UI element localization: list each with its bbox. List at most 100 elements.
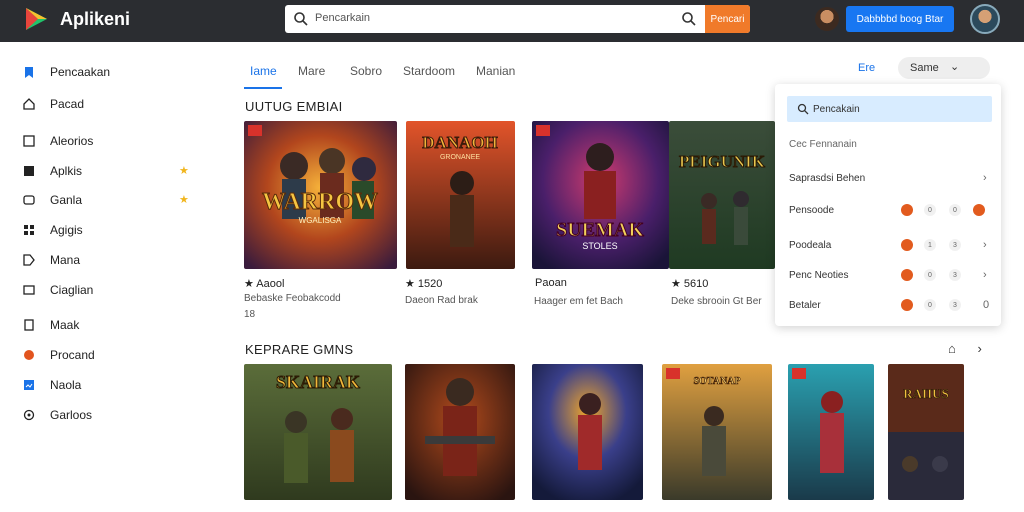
hot-badge (248, 125, 262, 136)
tab-manian[interactable]: Manian (476, 64, 515, 78)
card-1-rating: ★ Aaool (244, 278, 285, 290)
sidebar-item-label: Pacad (50, 97, 85, 111)
card-2-subtitle: Daeon Rad brak (405, 295, 478, 306)
card-title: WARROW (262, 189, 378, 215)
sidebar-item-label: Ciaglian (50, 283, 94, 297)
svg-text:WGALISGA: WGALISGA (299, 216, 342, 225)
card-icon (23, 285, 35, 295)
dropdown-item[interactable]: Saprasdsi Behen › (789, 169, 989, 187)
sidebar-item-garloos[interactable]: Garloos (22, 405, 192, 425)
game-card-4[interactable]: PEIGUNIK (669, 121, 775, 269)
sidebar: Pencaakan Pacad Aleorios Aplkis ★ Ganla ★ Agigi… (0, 42, 200, 512)
dropdown-search-input[interactable]: Pencakain (787, 96, 992, 122)
active-tab-indicator (244, 87, 282, 89)
gamepad-icon (23, 195, 35, 205)
apps-icon (24, 166, 34, 176)
card-4-subtitle: Deke sbrooin Gt Ber (671, 296, 762, 307)
app-title: Aplikeni (60, 9, 131, 29)
chevron-right-icon[interactable]: › (977, 341, 981, 356)
sidebar-item-naola[interactable]: Naola (22, 375, 192, 395)
sidebar-item-ganla[interactable]: Ganla ★ (22, 190, 192, 210)
sort-dropdown[interactable]: Same ⌄ (898, 57, 990, 79)
profile-avatar[interactable] (970, 4, 1000, 34)
sidebar-item-pencaakan[interactable]: Pencaakan (22, 62, 192, 82)
svg-text:STOLES: STOLES (582, 241, 617, 251)
dropdown-item[interactable]: Penc Neoties 0 3 › (789, 266, 989, 284)
grid-small-icon (24, 225, 34, 235)
card-3-subtitle: Haager em fet Bach (534, 296, 623, 307)
sidebar-item-label: Mana (50, 253, 81, 267)
gear-icon (23, 409, 35, 421)
sidebar-item-label: Procand (50, 348, 95, 362)
filter-dropdown: Pencakain Cec Fennanain Saprasdsi Behen ›… (775, 84, 1001, 326)
sort-value: Same (910, 62, 939, 74)
svg-text:SKAIRAK: SKAIRAK (276, 372, 360, 392)
top-bar: Aplikeni Pencarkain Pencari Dabbbbd boog… (0, 0, 1024, 42)
sidebar-item-agigis[interactable]: Agigis (22, 220, 192, 240)
sidebar-item-procand[interactable]: Procand (22, 345, 192, 365)
search-input[interactable]: Pencarkain (315, 12, 370, 24)
chart-icon (24, 380, 34, 390)
sidebar-item-pacad[interactable]: Pacad (22, 94, 192, 114)
home-icon (23, 98, 35, 110)
bookmark-icon (25, 67, 33, 78)
tab-mare[interactable]: Mare (298, 64, 325, 78)
dropdown-item[interactable]: Cec Fennanain (789, 135, 989, 153)
game-card-8[interactable]: SOTANAP (662, 364, 772, 500)
bookmark-icon[interactable]: ⌂ (948, 341, 956, 356)
chevron-right-icon: › (983, 239, 987, 251)
game-card-9[interactable] (788, 364, 874, 500)
svg-text:SUEMAK: SUEMAK (556, 219, 644, 241)
card-4-rating: ★ 5610 (671, 278, 709, 290)
game-card-7[interactable] (532, 364, 643, 500)
svg-text:PEIGUNIK: PEIGUNIK (679, 152, 766, 171)
search-bar[interactable]: Pencarkain Pencari (285, 5, 750, 33)
book-icon (24, 319, 34, 331)
search-icon (294, 12, 308, 26)
grid-icon (23, 135, 35, 147)
game-card-10[interactable]: RAIIUS (888, 364, 964, 500)
tab-stardoom[interactable]: Stardoom (403, 64, 455, 78)
section-title-featured: UUTUG EMBIAI (245, 99, 343, 114)
svg-text:DANAOH: DANAOH (422, 133, 498, 152)
hot-badge (792, 368, 806, 379)
tab-sobro[interactable]: Sobro (350, 64, 382, 78)
dropdown-item[interactable]: Poodeala 1 3 › (789, 236, 989, 254)
game-card-6[interactable] (405, 364, 515, 500)
sidebar-item-label: Aleorios (50, 134, 94, 148)
game-card-5[interactable]: SKAIRAK (244, 364, 392, 500)
sidebar-item-label: Garloos (50, 408, 93, 422)
svg-text:RAIIUS: RAIIUS (903, 386, 949, 401)
card-3-title: Paoan (535, 277, 567, 289)
tab-iame[interactable]: Iame (250, 64, 277, 78)
svg-text:GRONANEE: GRONANEE (440, 154, 480, 161)
sidebar-item-ciaglian[interactable]: Ciaglian (22, 280, 192, 300)
tab-ere[interactable]: Ere (858, 62, 875, 74)
search-button[interactable]: Pencari (705, 5, 750, 33)
hot-badge (536, 125, 550, 136)
search-icon (797, 103, 809, 115)
sidebar-item-mana[interactable]: Mana (22, 250, 192, 270)
dropdown-item[interactable]: Pensoode 00 (789, 201, 989, 219)
tag-icon (23, 254, 35, 266)
header-cta-button[interactable]: Dabbbbd boog Btar (846, 6, 954, 32)
app-logo-icon[interactable] (22, 5, 50, 33)
search-submit-icon[interactable] (681, 11, 697, 27)
card-1-subtitle: Bebaske Feobakcodd (244, 293, 341, 304)
sidebar-item-label: Naola (50, 378, 82, 392)
section-actions: ⌂ › (948, 341, 982, 356)
sidebar-item-aleorios[interactable]: Aleorios (22, 131, 192, 151)
user-avatar[interactable] (815, 7, 839, 31)
sidebar-item-label: Aplkis (50, 164, 83, 178)
sidebar-item-label: Agigis (50, 223, 83, 237)
chevron-down-icon: ⌄ (950, 61, 960, 73)
sidebar-item-maak[interactable]: Maak (22, 315, 192, 335)
game-card-2[interactable]: DANAOH GRONANEE (406, 121, 515, 269)
dropdown-item[interactable]: Betaler 030 (789, 296, 989, 314)
game-card-1[interactable]: WARROW WGALISGA (244, 121, 397, 269)
chevron-right-icon: › (983, 172, 987, 184)
star-icon: ★ (179, 165, 189, 177)
sidebar-item-aplkis[interactable]: Aplkis ★ (22, 161, 192, 181)
card-1-count: 18 (244, 309, 256, 320)
game-card-3[interactable]: SUEMAK STOLES (532, 121, 669, 269)
